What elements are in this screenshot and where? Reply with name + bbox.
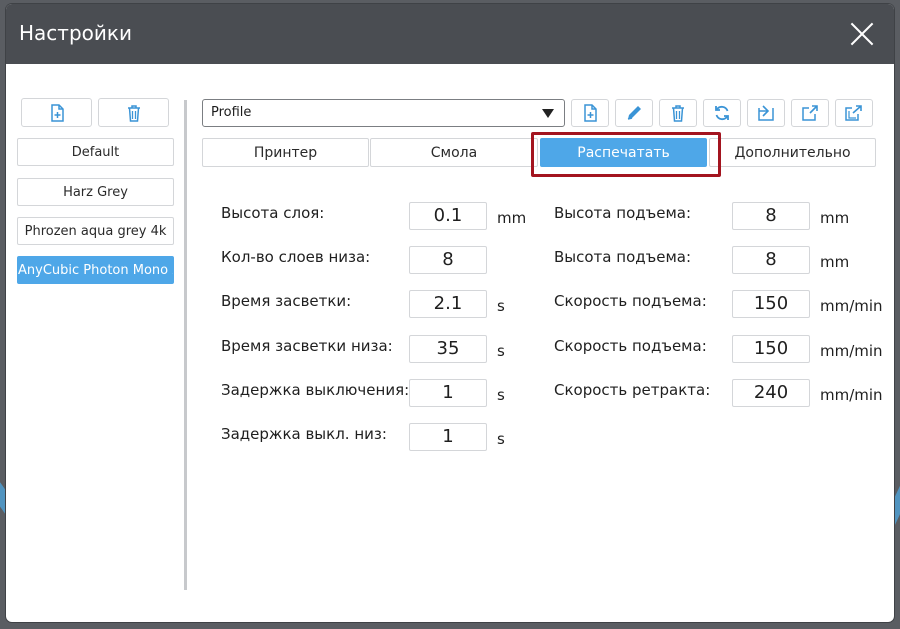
exposure-time-input[interactable]: 2.1	[409, 290, 487, 318]
preset-label: Phrozen aqua grey 4k	[24, 223, 167, 239]
lift-speed-input[interactable]: 150	[732, 290, 810, 318]
bottom-lift-speed-input[interactable]: 150	[732, 335, 810, 363]
export-all-button[interactable]	[835, 99, 873, 127]
bottom-light-off-delay-label: Задержка выкл. низ:	[221, 425, 387, 443]
edit-profile-button[interactable]	[615, 99, 653, 127]
trash-icon	[672, 105, 684, 122]
layer-height-label: Высота слоя:	[221, 204, 325, 222]
chevron-down-icon	[542, 109, 554, 118]
add-preset-button[interactable]	[21, 98, 92, 127]
profile-dropdown-value: Profile	[211, 105, 252, 120]
exposure-time-label: Время засветки:	[221, 292, 352, 310]
add-file-icon	[584, 104, 597, 122]
layer-height-unit: mm	[497, 209, 527, 227]
bottom-light-off-delay-unit: s	[497, 430, 505, 448]
retract-speed-input[interactable]: 240	[732, 379, 810, 407]
tab-print[interactable]: Распечатать	[540, 138, 707, 167]
lift-height-unit: mm	[820, 209, 850, 227]
delete-profile-button[interactable]	[659, 99, 697, 127]
tab-advanced[interactable]: Дополнительно	[709, 138, 876, 167]
export-icon	[802, 105, 818, 121]
preset-item[interactable]: Default	[17, 138, 174, 166]
lift-speed-unit: mm/min	[820, 297, 883, 315]
titlebar: Настройки	[6, 4, 894, 64]
tab-label: Принтер	[253, 144, 318, 161]
preset-label: AnyCubic Photon Mono X	[18, 262, 174, 278]
bottom-lift-speed-unit: mm/min	[820, 342, 883, 360]
lift-height-input[interactable]: 8	[732, 202, 810, 230]
bottom-layers-label: Кол-во слоев низа:	[221, 248, 371, 266]
trash-icon	[127, 104, 140, 122]
layer-height-input[interactable]: 0.1	[409, 202, 487, 230]
refresh-icon	[715, 105, 729, 121]
light-off-delay-label: Задержка выключения:	[221, 381, 410, 399]
new-profile-button[interactable]	[571, 99, 609, 127]
preset-item-selected[interactable]: AnyCubic Photon Mono X	[17, 256, 174, 284]
bottom-light-off-delay-input[interactable]: 1	[409, 423, 487, 451]
bottom-lift-height-label: Высота подъема:	[554, 248, 691, 266]
tab-label: Дополнительно	[734, 144, 851, 161]
import-icon	[758, 105, 774, 121]
settings-dialog: Настройки Default Harz Grey Phrozen aqua…	[6, 4, 894, 622]
preset-item[interactable]: Phrozen aqua grey 4k	[17, 217, 174, 245]
dialog-title: Настройки	[19, 21, 132, 45]
tab-label: Распечатать	[577, 144, 670, 161]
retract-speed-unit: mm/min	[820, 386, 883, 404]
delete-preset-button[interactable]	[98, 98, 169, 127]
preset-panel: Default Harz Grey Phrozen aqua grey 4k A…	[6, 64, 186, 622]
preset-label: Harz Grey	[63, 184, 128, 200]
tab-printer[interactable]: Принтер	[202, 138, 369, 167]
export-all-icon	[845, 105, 862, 121]
bottom-lift-height-unit: mm	[820, 253, 850, 271]
close-icon[interactable]	[848, 20, 876, 48]
preset-label: Default	[71, 144, 120, 160]
lift-height-label: Высота подъема:	[554, 204, 691, 222]
add-file-icon	[50, 103, 64, 122]
bottom-lift-height-input[interactable]: 8	[732, 246, 810, 274]
bottom-layers-input[interactable]: 8	[409, 246, 487, 274]
bottom-lift-speed-label: Скорость подъема:	[554, 337, 707, 355]
profile-dropdown[interactable]: Profile	[202, 99, 565, 127]
bottom-exposure-label: Время засветки низа:	[221, 337, 393, 355]
exposure-time-unit: s	[497, 297, 505, 315]
export-profile-button[interactable]	[791, 99, 829, 127]
pencil-icon	[627, 106, 641, 120]
refresh-profile-button[interactable]	[703, 99, 741, 127]
panel-divider	[184, 100, 187, 590]
lift-speed-label: Скорость подъема:	[554, 292, 707, 310]
import-profile-button[interactable]	[747, 99, 785, 127]
bottom-exposure-unit: s	[497, 342, 505, 360]
bottom-exposure-input[interactable]: 35	[409, 335, 487, 363]
light-off-delay-input[interactable]: 1	[409, 379, 487, 407]
tab-resin[interactable]: Смола	[370, 138, 538, 167]
preset-item[interactable]: Harz Grey	[17, 178, 174, 206]
light-off-delay-unit: s	[497, 386, 505, 404]
tab-label: Смола	[430, 144, 478, 161]
retract-speed-label: Скорость ретракта:	[554, 381, 711, 399]
